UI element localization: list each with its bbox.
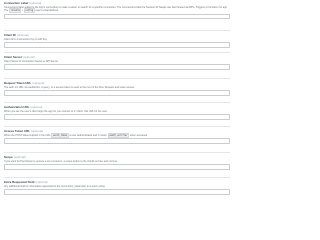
optional-tag: (optional) [35, 180, 48, 184]
optional-tag: (optional) [32, 81, 45, 85]
connection-label-field: Connection Label(optional) Connections l… [4, 1, 230, 20]
field-label: Request Token URL [4, 81, 32, 85]
request-token-url-field: Request Token URL(optional) The auth 1.0… [4, 81, 230, 96]
connection-label-input[interactable] [4, 13, 230, 20]
divider [4, 102, 230, 103]
client-id-input[interactable] [4, 42, 230, 48]
field-description: Client ID to Connection Key to API Key [4, 38, 230, 42]
description-text: The auth 1.0 URL via oauthorize, a query… [4, 85, 135, 89]
description-text: When you are the user's client login the… [4, 109, 108, 113]
field-description: Any additional field for information app… [4, 185, 230, 189]
description-text: If you want for Permission to access a u… [4, 159, 117, 163]
field-label: Extra Requested Field [4, 180, 35, 184]
extra-requested-field-input[interactable] [4, 189, 230, 195]
description-text: Client Secret to Connection Secret or AP… [4, 59, 58, 63]
access-token-url-field: Access Token URL(optional) When the POST… [4, 129, 230, 144]
description-text: user's email address. [34, 9, 59, 13]
request-token-url-input[interactable] [4, 90, 230, 96]
field-description: When you are the user's client login the… [4, 110, 230, 114]
code-snippet: oauth_verifier [107, 132, 130, 138]
description-text: a user authenticated and in return [68, 133, 108, 137]
field-description: Connections label added to the App's con… [4, 6, 230, 14]
optional-tag: (optional) [13, 155, 26, 159]
optional-tag: (optional) [30, 129, 44, 133]
divider [4, 152, 230, 153]
divider [4, 177, 230, 178]
field-description: The auth 1.0 URL via oauthorize, a query… [4, 86, 230, 90]
authorization-url-field: Authorization URL(optional) When you are… [4, 105, 230, 120]
optional-tag: (optional) [16, 33, 29, 37]
client-secret-field: Client Secret(optional) Client Secret to… [4, 55, 230, 70]
divider [4, 52, 230, 53]
extra-requested-field: Extra Requested Field(optional) Any addi… [4, 180, 230, 195]
access-token-url-input[interactable] [4, 138, 230, 144]
divider [4, 126, 230, 127]
client-id-field: Client ID(optional) Client ID to Connect… [4, 33, 230, 48]
field-label: Scope [4, 155, 13, 159]
description-text: Client ID to Connection Key to API Key [4, 37, 48, 41]
field-description: If you want for Permission to access a u… [4, 160, 230, 164]
code-snippet: console [9, 8, 22, 14]
client-secret-input[interactable] [4, 64, 230, 70]
optional-tag: (optional) [29, 1, 42, 5]
description-text: When the POST data endpoint in the URL [4, 133, 52, 137]
divider [4, 78, 230, 79]
optional-tag: (optional) [30, 105, 43, 109]
description-text: when accessed. [129, 133, 148, 137]
code-snippet: oauth_token [51, 132, 69, 138]
description-text: Any additional field for information app… [4, 184, 106, 188]
authorization-url-input[interactable] [4, 114, 230, 120]
field-label: Client Secret [4, 55, 22, 59]
divider [4, 30, 230, 31]
optional-tag: (optional) [22, 55, 35, 59]
scope-field: Scope(optional) If you want for Permissi… [4, 155, 230, 170]
field-description: Client Secret to Connection Secret or AP… [4, 60, 230, 64]
field-label: Connection Label [4, 1, 29, 5]
field-label: Access Token URL [4, 129, 30, 133]
scope-input[interactable] [4, 164, 230, 170]
field-label: Client ID [4, 33, 16, 37]
field-label: Authorization URL [4, 105, 30, 109]
code-snippet: config [23, 8, 35, 14]
field-description: When the POST data endpoint in the URL o… [4, 132, 230, 138]
